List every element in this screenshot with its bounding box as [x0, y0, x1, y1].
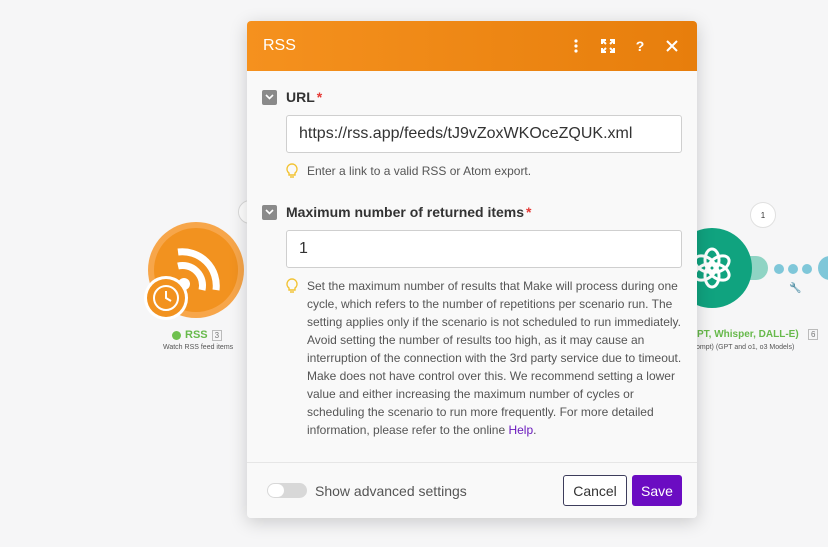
max-items-hint: Set the maximum number of results that M…	[286, 277, 682, 439]
url-input[interactable]: https://rss.app/feeds/tJ9vZoxWKOceZQUK.x…	[286, 115, 682, 153]
hint-period: .	[533, 423, 537, 437]
gpt-node-title: PT, Whisper, DALL-E)	[697, 329, 799, 340]
help-icon[interactable]: ?	[631, 37, 649, 55]
max-items-input[interactable]: 1	[286, 230, 682, 268]
help-link[interactable]: Help	[508, 423, 533, 437]
collapse-chevron-icon[interactable]	[262, 89, 277, 105]
url-hint-text: Enter a link to a valid RSS or Atom expo…	[307, 164, 532, 178]
dialog-header: RSS ?	[247, 21, 697, 71]
max-items-field-group: Maximum number of returned items * 1 Set …	[262, 204, 682, 439]
operation-count-bubble[interactable]: 1	[750, 202, 776, 228]
rss-node-title: RSS	[185, 329, 208, 341]
max-items-hint-body: Set the maximum number of results that M…	[307, 279, 682, 437]
schedule-clock-icon[interactable]	[144, 276, 188, 320]
url-hint: Enter a link to a valid RSS or Atom expo…	[286, 162, 682, 184]
required-marker: *	[316, 89, 323, 105]
wrench-icon[interactable]: 🔧	[789, 283, 801, 294]
url-field-group: URL * https://rss.app/feeds/tJ9vZoxWKOceZ…	[262, 89, 682, 184]
status-dot-icon	[172, 330, 181, 340]
close-icon[interactable]	[663, 37, 681, 55]
gpt-node-subtitle: ompt) (GPT and o1, o3 Models)	[696, 344, 795, 351]
route-dot	[788, 264, 798, 274]
max-items-label: Maximum number of returned items	[286, 204, 525, 220]
save-button[interactable]: Save	[632, 475, 682, 506]
required-marker: *	[526, 204, 532, 220]
route-dot	[802, 264, 812, 274]
url-label: URL	[286, 89, 315, 105]
advanced-settings-toggle[interactable]	[267, 483, 307, 498]
advanced-settings-label: Show advanced settings	[315, 482, 467, 499]
rss-settings-dialog: RSS ? URL * https://rss.app/feeds/tJ9vZo…	[247, 21, 697, 518]
rss-node-subtitle: Watch RSS feed items	[163, 344, 234, 351]
rss-node-count: 3	[211, 329, 223, 341]
rss-node-label: RSS 3	[172, 329, 223, 341]
route-dot	[774, 264, 784, 274]
collapse-chevron-icon[interactable]	[262, 204, 277, 220]
dialog-title: RSS	[263, 37, 296, 54]
dialog-footer: Show advanced settings Cancel Save	[247, 462, 697, 518]
expand-icon[interactable]	[599, 37, 617, 55]
lightbulb-icon	[286, 162, 300, 184]
more-vertical-icon[interactable]	[567, 37, 585, 55]
lightbulb-icon	[286, 277, 300, 439]
max-items-hint-text: Set the maximum number of results that M…	[307, 277, 682, 439]
next-module-node[interactable]	[818, 256, 828, 280]
gpt-node-count: 6	[808, 329, 819, 340]
cancel-button[interactable]: Cancel	[563, 475, 627, 506]
